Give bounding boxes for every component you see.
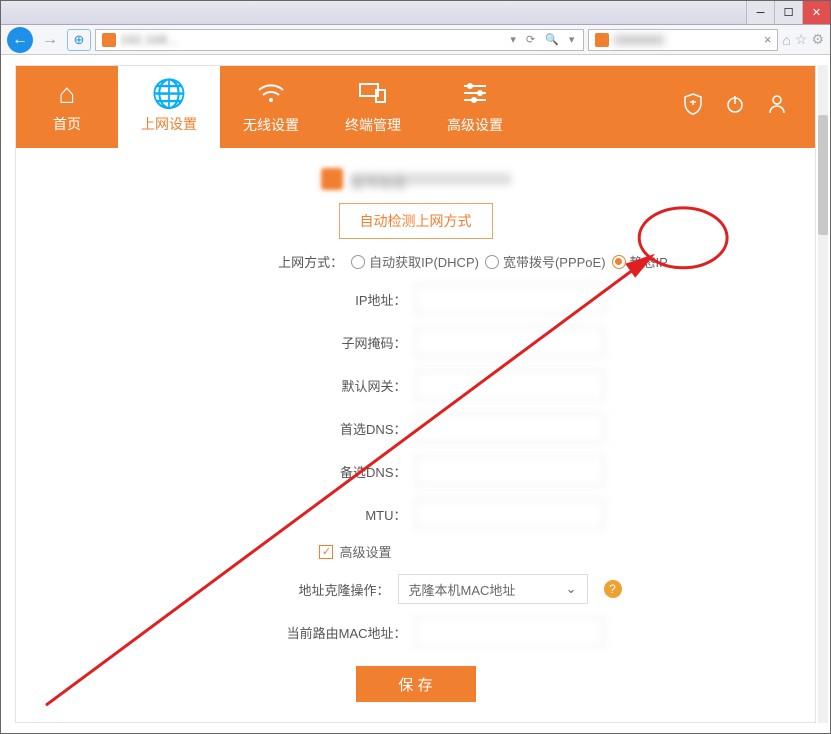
site-favicon-icon [102, 33, 116, 47]
nav-clients-label: 终端管理 [345, 115, 401, 135]
shield-icon[interactable]: ⊕ [67, 29, 91, 51]
nav-wan[interactable]: 🌐 上网设置 [118, 66, 220, 148]
search-dropdown-icon[interactable]: ▾ [566, 33, 578, 46]
window: ─ ☐ ✕ ← → ⊕ 192.168... ▾ ⟳ 🔍 ▾ × ⌂ ☆ ⚙ [0, 0, 831, 734]
nav-advanced[interactable]: 高级设置 [424, 66, 526, 148]
tab-favicon-icon [595, 33, 609, 47]
mac-clone-value: 克隆本机MAC地址 [409, 580, 516, 599]
browser-tab[interactable]: × [588, 29, 778, 51]
ip-row: IP地址： [227, 284, 605, 314]
gateway-label: 默认网关： [227, 376, 407, 395]
url-text: 192.168... [120, 32, 503, 47]
auto-detect-button[interactable]: 自动检测上网方式 [339, 203, 493, 239]
checkbox-icon: ✓ [319, 545, 333, 559]
forward-button[interactable]: → [37, 27, 63, 53]
tab-title [614, 35, 664, 45]
radio-icon [485, 255, 499, 269]
window-close-button[interactable]: ✕ [802, 1, 830, 24]
refresh-icon[interactable]: ⟳ [523, 33, 538, 46]
scrollbar-vertical[interactable] [818, 65, 828, 723]
radio-icon [612, 255, 626, 269]
scrollbar-thumb[interactable] [818, 115, 828, 235]
user-icon[interactable] [767, 93, 787, 121]
dns1-input[interactable] [415, 413, 605, 443]
cur-mac-input[interactable] [415, 617, 605, 647]
dns2-row: 备选DNS： [227, 456, 605, 486]
gateway-row: 默认网关： [227, 370, 605, 400]
cur-mac-row: 当前路由MAC地址： [227, 617, 605, 647]
chevron-down-icon: ⌄ [566, 581, 577, 597]
mac-clone-row: 地址克隆操作： 克隆本机MAC地址 ⌄ ? [210, 574, 622, 604]
dns2-input[interactable] [415, 456, 605, 486]
dns1-label: 首选DNS： [227, 419, 407, 438]
address-bar[interactable]: 192.168... ▾ ⟳ 🔍 ▾ [95, 29, 584, 51]
radio-icon [351, 255, 365, 269]
mask-label: 子网掩码： [227, 333, 407, 352]
radio-static-label: 静态IP [630, 252, 668, 271]
mode-row: 上网方式： 自动获取IP(DHCP) 宽带拨号(PPPoE) 静态IP [163, 252, 668, 271]
dropdown-icon[interactable]: ▾ [507, 33, 519, 46]
radio-static[interactable]: 静态IP [612, 252, 668, 271]
save-button[interactable]: 保 存 [356, 666, 476, 702]
content-wrap: ⌂ 首页 🌐 上网设置 无线设置 终端管理 [1, 55, 830, 733]
radio-dhcp[interactable]: 自动获取IP(DHCP) [351, 252, 479, 271]
mtu-label: MTU： [227, 505, 407, 524]
mode-label: 上网方式： [163, 252, 343, 271]
ip-input[interactable] [415, 284, 605, 314]
nav-wan-label: 上网设置 [141, 114, 197, 134]
wifi-icon [256, 80, 286, 109]
brand-icon [321, 168, 343, 190]
favorites-icon[interactable]: ☆ [795, 31, 808, 48]
nav-home[interactable]: ⌂ 首页 [16, 66, 118, 148]
router-page: ⌂ 首页 🌐 上网设置 无线设置 终端管理 [15, 65, 816, 723]
nav-advanced-label: 高级设置 [447, 115, 503, 135]
radio-pppoe[interactable]: 宽带拨号(PPPoE) [485, 252, 606, 271]
radio-dhcp-label: 自动获取IP(DHCP) [369, 252, 479, 271]
mtu-row: MTU： [227, 499, 605, 529]
back-button[interactable]: ← [7, 27, 33, 53]
window-minimize-button[interactable]: ─ [746, 1, 774, 24]
home-icon: ⌂ [59, 80, 76, 108]
dns1-row: 首选DNS： [227, 413, 605, 443]
radio-pppoe-label: 宽带拨号(PPPoE) [503, 252, 606, 271]
browser-toolbar: ← → ⊕ 192.168... ▾ ⟳ 🔍 ▾ × ⌂ ☆ ⚙ [1, 25, 830, 55]
power-icon[interactable] [725, 94, 745, 120]
cur-mac-label: 当前路由MAC地址： [227, 623, 407, 642]
mac-clone-label: 地址克隆操作： [210, 580, 390, 599]
advanced-toggle[interactable]: ✓ 高级设置 [319, 542, 391, 561]
sliders-icon [460, 80, 490, 109]
model-info: 型号信息 [321, 168, 511, 190]
help-icon[interactable]: ? [604, 580, 622, 598]
home-icon[interactable]: ⌂ [782, 32, 790, 48]
mtu-input[interactable] [415, 499, 605, 529]
mode-radio-group: 自动获取IP(DHCP) 宽带拨号(PPPoE) 静态IP [351, 252, 668, 271]
nav-clients[interactable]: 终端管理 [322, 66, 424, 148]
security-icon[interactable] [683, 93, 703, 121]
tab-close-button[interactable]: × [764, 32, 772, 47]
nav-wifi-label: 无线设置 [243, 115, 299, 135]
devices-icon [358, 80, 388, 109]
nav-right [683, 66, 815, 148]
ip-label: IP地址： [227, 290, 407, 309]
mask-input[interactable] [415, 327, 605, 357]
form-area: 型号信息 自动检测上网方式 上网方式： 自动获取IP(DHCP) 宽带拨号(PP… [16, 148, 815, 712]
mac-clone-select[interactable]: 克隆本机MAC地址 ⌄ [398, 574, 588, 604]
nav-home-label: 首页 [53, 114, 81, 134]
globe-icon: 🌐 [152, 80, 187, 108]
mask-row: 子网掩码： [227, 327, 605, 357]
gateway-input[interactable] [415, 370, 605, 400]
top-nav: ⌂ 首页 🌐 上网设置 无线设置 终端管理 [16, 66, 815, 148]
nav-wifi[interactable]: 无线设置 [220, 66, 322, 148]
window-maximize-button[interactable]: ☐ [774, 1, 802, 24]
dns2-label: 备选DNS： [227, 462, 407, 481]
model-text: 型号信息 [351, 173, 511, 185]
advanced-toggle-label: 高级设置 [339, 542, 391, 561]
titlebar: ─ ☐ ✕ [1, 1, 830, 25]
search-icon[interactable]: 🔍 [542, 33, 562, 46]
settings-icon[interactable]: ⚙ [811, 31, 824, 48]
